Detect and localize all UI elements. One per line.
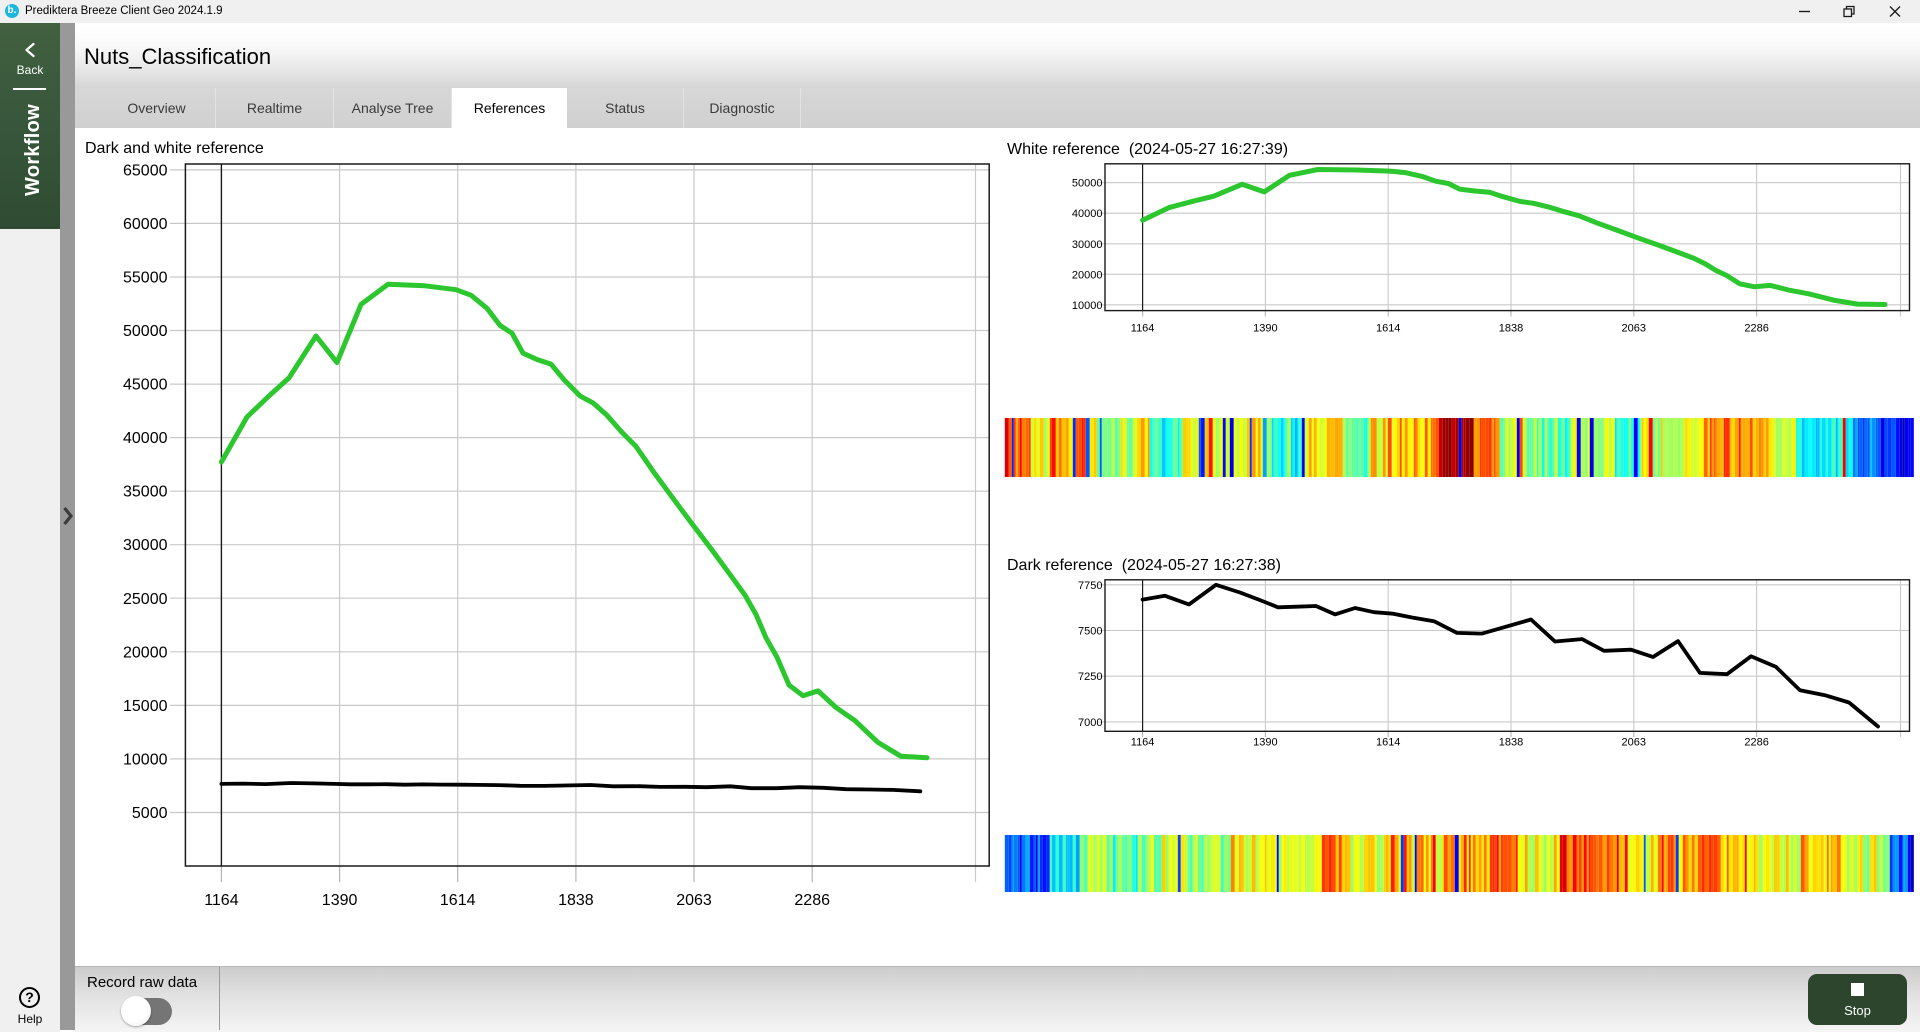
svg-text:1838: 1838 (1499, 737, 1523, 749)
svg-text:7250: 7250 (1078, 671, 1102, 683)
svg-text:1164: 1164 (1131, 737, 1155, 749)
svg-text:15000: 15000 (123, 698, 168, 715)
svg-text:50000: 50000 (1072, 178, 1103, 190)
svg-text:35000: 35000 (123, 484, 168, 501)
svg-text:40000: 40000 (1072, 208, 1103, 220)
svg-text:10000: 10000 (1072, 300, 1103, 312)
svg-text:1390: 1390 (322, 892, 358, 909)
svg-text:1838: 1838 (558, 892, 594, 909)
svg-text:7000: 7000 (1078, 717, 1102, 729)
svg-text:1390: 1390 (1253, 737, 1277, 749)
svg-text:1390: 1390 (1253, 323, 1277, 335)
svg-text:20000: 20000 (123, 644, 168, 661)
svg-text:1838: 1838 (1499, 323, 1523, 335)
svg-text:2063: 2063 (1622, 323, 1646, 335)
svg-text:40000: 40000 (123, 430, 168, 447)
svg-text:5000: 5000 (132, 805, 168, 822)
svg-text:30000: 30000 (1072, 239, 1103, 251)
svg-text:7750: 7750 (1078, 580, 1102, 592)
svg-text:55000: 55000 (123, 270, 168, 287)
svg-text:2286: 2286 (794, 892, 830, 909)
svg-text:50000: 50000 (123, 323, 168, 340)
svg-text:60000: 60000 (123, 216, 168, 233)
svg-text:7500: 7500 (1078, 626, 1102, 638)
svg-text:2063: 2063 (676, 892, 712, 909)
svg-text:1614: 1614 (1376, 323, 1400, 335)
svg-text:65000: 65000 (123, 162, 168, 179)
svg-text:20000: 20000 (1072, 269, 1103, 281)
svg-text:1614: 1614 (440, 892, 476, 909)
svg-text:2286: 2286 (1744, 737, 1768, 749)
svg-text:45000: 45000 (123, 377, 168, 394)
svg-text:2286: 2286 (1744, 323, 1768, 335)
svg-text:1614: 1614 (1376, 737, 1400, 749)
svg-text:25000: 25000 (123, 591, 168, 608)
svg-text:30000: 30000 (123, 537, 168, 554)
svg-text:1164: 1164 (204, 892, 239, 909)
svg-text:2063: 2063 (1622, 737, 1646, 749)
svg-text:10000: 10000 (123, 751, 168, 768)
svg-text:1164: 1164 (1131, 323, 1155, 335)
